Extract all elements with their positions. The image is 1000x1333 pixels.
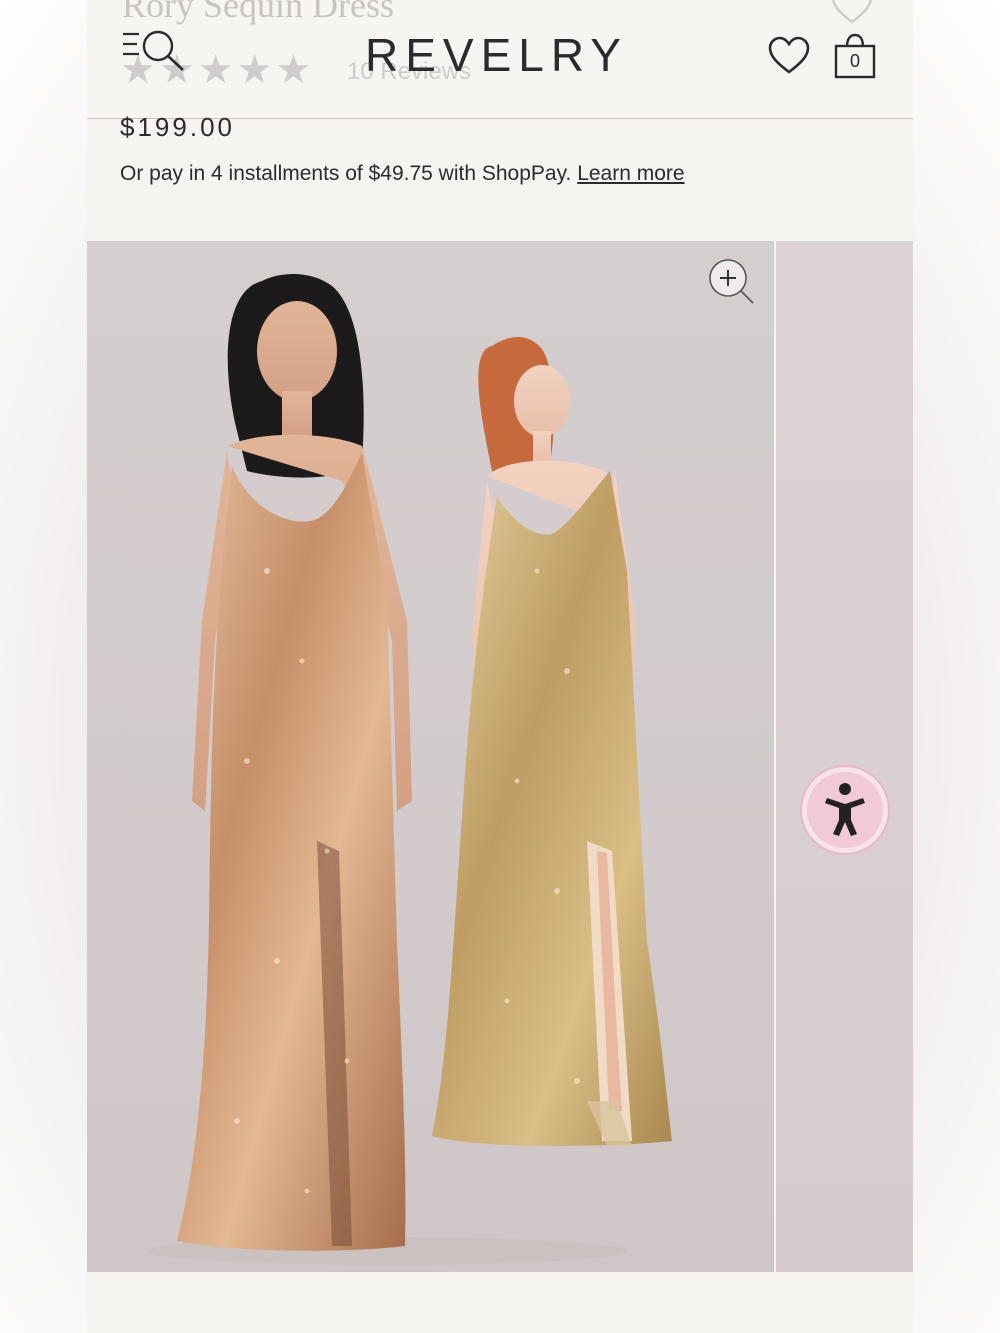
brand-logo[interactable]: REVELRY <box>365 28 628 82</box>
zoom-in-icon[interactable] <box>707 257 757 307</box>
star-icon: ★ <box>197 48 234 92</box>
bag-count: 0 <box>849 51 860 71</box>
accessibility-icon[interactable] <box>799 764 891 856</box>
menu-search-icon[interactable] <box>121 28 191 78</box>
heart-outline-icon[interactable] <box>829 0 875 26</box>
wishlist-heart-icon[interactable] <box>767 36 811 76</box>
product-image-main[interactable] <box>87 241 774 1272</box>
installments-text: Or pay in 4 installments of $49.75 with … <box>120 162 572 185</box>
product-title-scrolled: Rory Sequin Dress <box>122 0 394 25</box>
learn-more-link[interactable]: Learn more <box>577 162 684 185</box>
product-photo <box>147 274 672 1265</box>
product-image-next[interactable] <box>776 241 913 1272</box>
site-header: Rory Sequin Dress ★ ★ ★ ★ ★ 10 Reviews R… <box>87 0 913 119</box>
page-bottom <box>87 1272 913 1333</box>
installments-info: Or pay in 4 installments of $49.75 with … <box>120 162 685 186</box>
mobile-page: Rory Sequin Dress ★ ★ ★ ★ ★ 10 Reviews R… <box>87 0 913 1333</box>
product-gallery[interactable] <box>87 241 913 1272</box>
star-icon: ★ <box>236 48 273 92</box>
product-price: $199.00 <box>120 112 235 142</box>
star-icon: ★ <box>275 48 312 92</box>
